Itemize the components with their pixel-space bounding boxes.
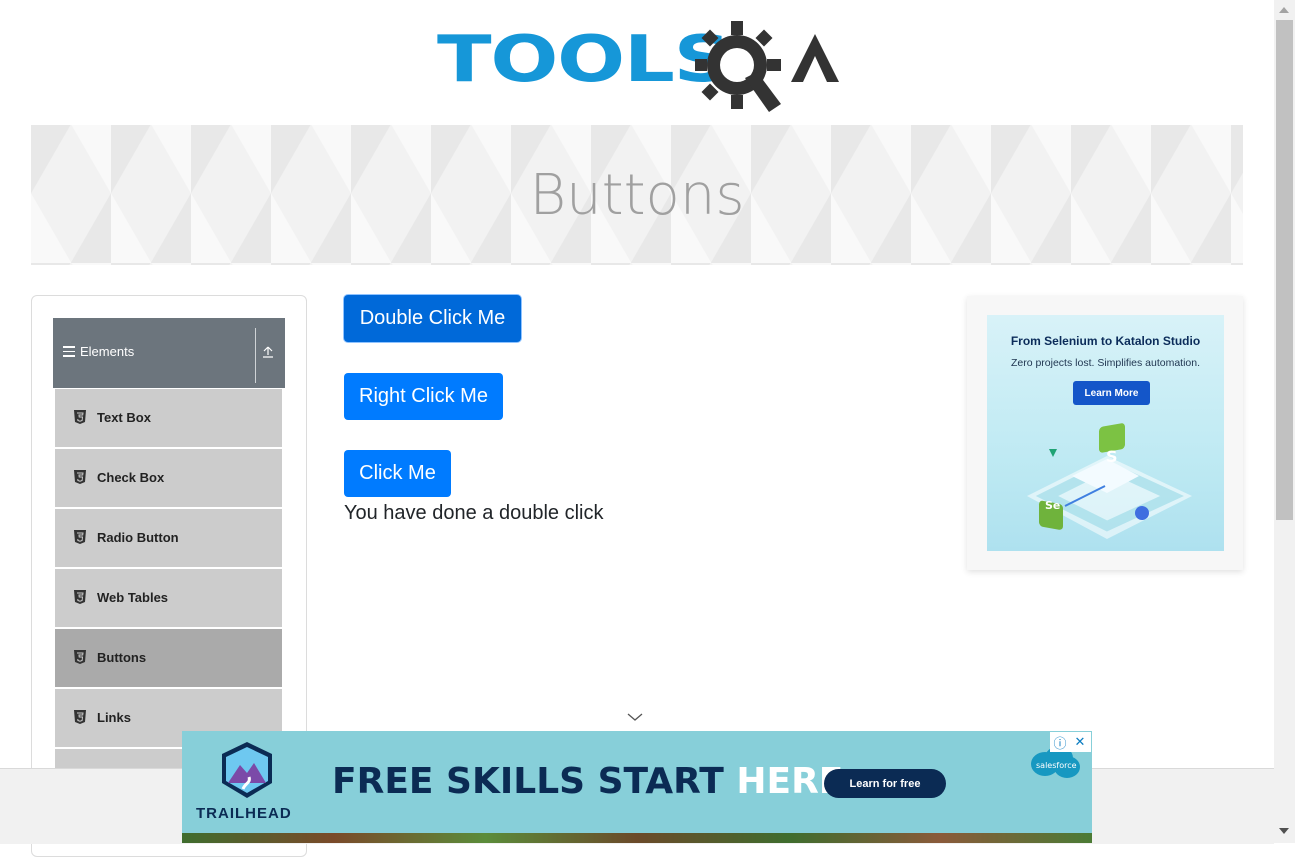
html5-icon: [74, 410, 86, 424]
logo-text: TOOLS: [437, 23, 731, 97]
ad-headline: FREE SKILLS START HERE.: [332, 761, 857, 802]
scroll-down-arrow-icon[interactable]: [1279, 828, 1289, 834]
sidebar-item-label: Radio Button: [97, 530, 179, 545]
learn-for-free-button[interactable]: Learn for free: [824, 769, 946, 798]
chevron-down-icon[interactable]: [627, 712, 643, 722]
sidebar-item-label: Web Tables: [97, 590, 169, 605]
html5-icon: [74, 710, 86, 724]
trailhead-brand: TRAILHEAD: [196, 805, 292, 822]
ad-illustration-icon: S Se: [1027, 423, 1192, 539]
sidebar-item-label: Check Box: [97, 470, 165, 485]
ad-scenery: [182, 833, 1092, 843]
sidebar-item-web-tables[interactable]: Web Tables: [54, 568, 283, 628]
trailhead-ad[interactable]: TRAILHEAD FREE SKILLS START HERE. Learn …: [182, 731, 1092, 843]
svg-text:S: S: [1106, 447, 1118, 466]
divider: [255, 328, 256, 383]
headline-dark: FREE SKILLS START: [332, 761, 737, 802]
katalon-ad[interactable]: From Selenium to Katalon Studio Zero pro…: [967, 296, 1243, 570]
double-click-message: You have done a double click: [344, 502, 604, 524]
click-me-button[interactable]: Click Me: [344, 450, 451, 497]
ad-title: From Selenium to Katalon Studio: [1010, 334, 1201, 348]
scroll-thumb[interactable]: [1276, 20, 1293, 520]
ad-info-icon[interactable]: ⓘ: [1050, 732, 1070, 752]
sidebar-item-text-box[interactable]: Text Box: [54, 388, 283, 448]
double-click-button[interactable]: Double Click Me: [344, 295, 521, 342]
ad-content[interactable]: From Selenium to Katalon Studio Zero pro…: [987, 315, 1224, 551]
page-title: Buttons: [529, 162, 745, 228]
sidebar-item-check-box[interactable]: Check Box: [54, 448, 283, 508]
sidebar-item-label: Text Box: [97, 410, 151, 425]
sidebar-item-label: Links: [97, 710, 131, 725]
html5-icon: [74, 470, 86, 484]
ad-subtitle: Zero projects lost. Simplifies automatio…: [1010, 357, 1201, 369]
ad-controls[interactable]: ⓘ ✕: [1050, 732, 1091, 752]
toolsqa-logo[interactable]: TOOLS: [437, 20, 841, 112]
salesforce-label: salesforce: [1036, 761, 1077, 770]
svg-text:Se: Se: [1045, 499, 1060, 512]
group-title: Elements: [80, 344, 135, 359]
sidebar-item-buttons[interactable]: Buttons: [54, 628, 283, 688]
learn-more-button[interactable]: Learn More: [1073, 381, 1150, 405]
page-banner: Buttons: [31, 125, 1243, 265]
right-click-button[interactable]: Right Click Me: [344, 373, 503, 420]
trailhead-logo-icon: [222, 742, 272, 798]
scroll-up-arrow-icon[interactable]: [1279, 7, 1289, 13]
hamburger-icon: [63, 346, 75, 360]
html5-icon: [74, 530, 86, 544]
html5-icon: [74, 650, 86, 664]
sidebar-item-label: Buttons: [97, 650, 147, 665]
ad-close-icon[interactable]: ✕: [1070, 732, 1090, 752]
vertical-scrollbar[interactable]: [1274, 0, 1295, 843]
elements-group-header[interactable]: Elements: [53, 318, 285, 388]
collapse-arrow-icon[interactable]: [261, 344, 275, 360]
logo-gear-icon: [695, 21, 839, 112]
sidebar-item-radio-button[interactable]: Radio Button: [54, 508, 283, 568]
html5-icon: [74, 590, 86, 604]
